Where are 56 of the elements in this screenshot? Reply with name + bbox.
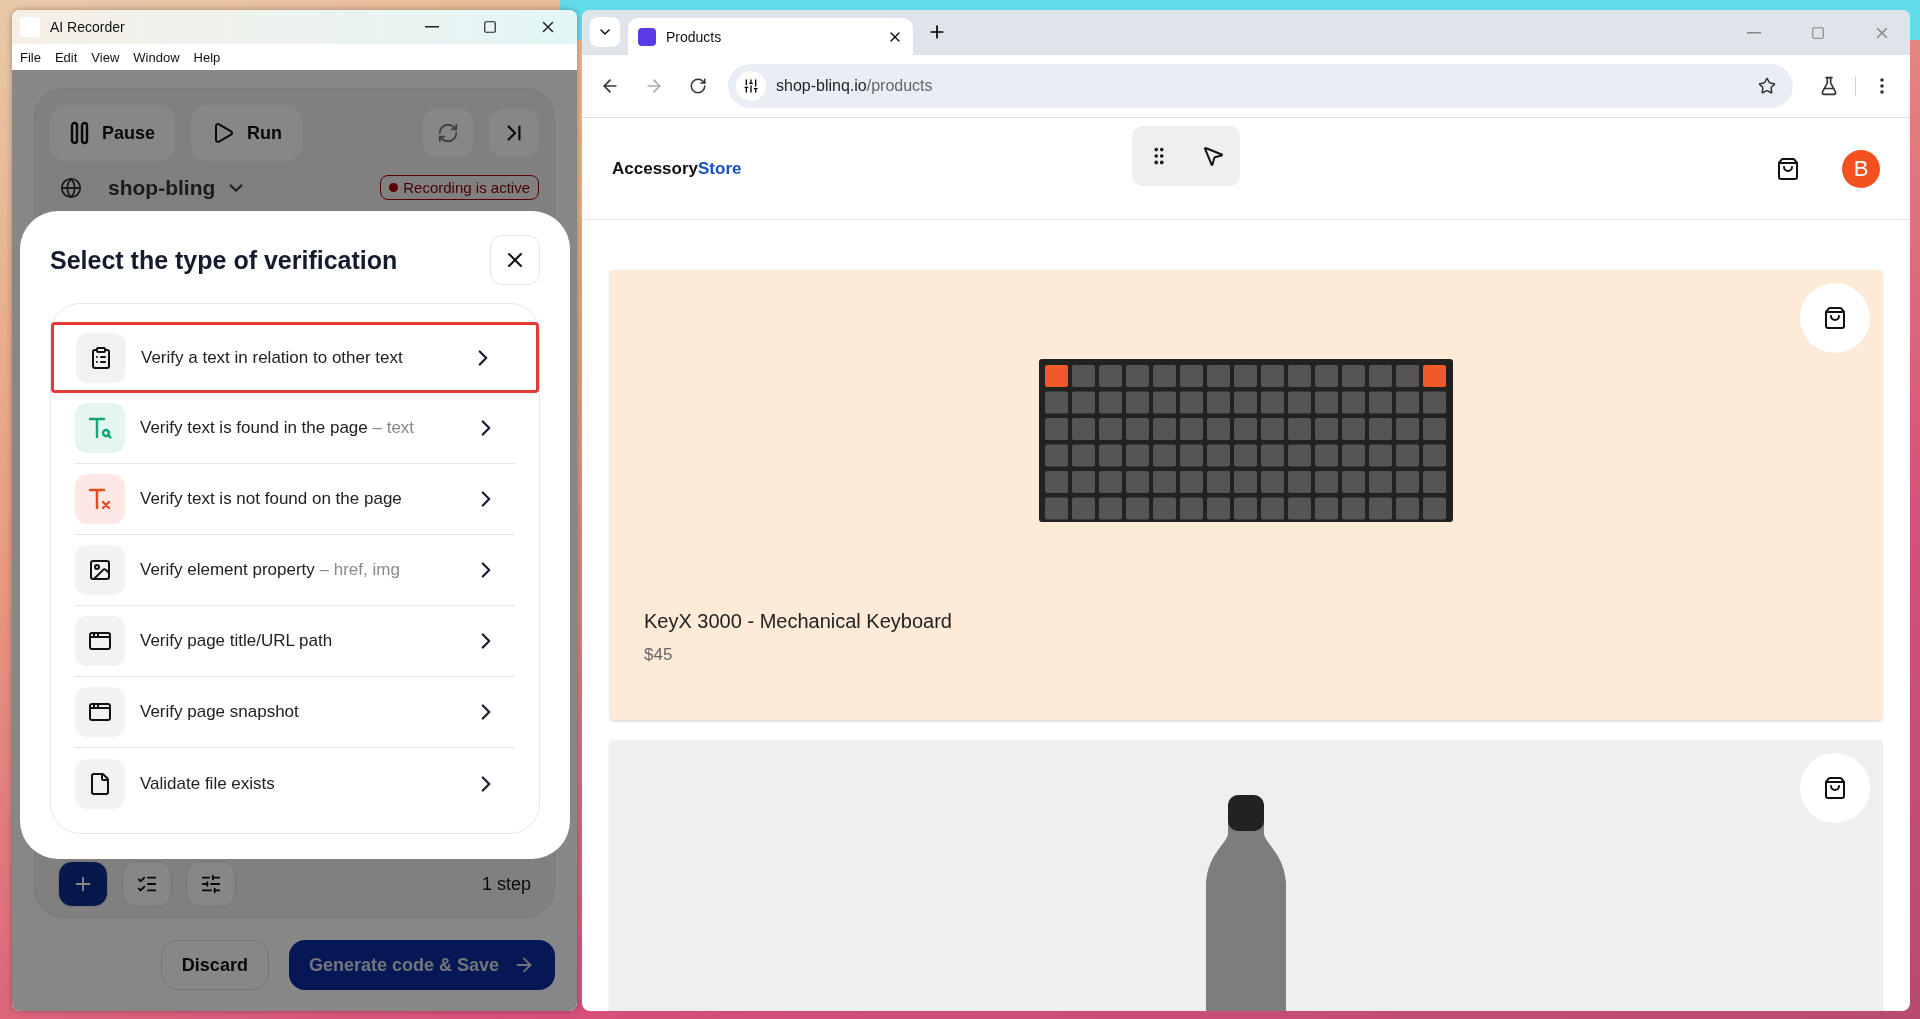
menu-item[interactable]: Edit [54, 49, 78, 65]
add-step-button[interactable] [58, 861, 108, 907]
flask-icon [1819, 76, 1839, 96]
store-logo[interactable]: AccessoryStore [612, 158, 1132, 179]
star-icon [1758, 77, 1776, 95]
recording-dot [389, 183, 399, 192]
browser-window-icon [75, 616, 125, 666]
menu-item[interactable]: Help [193, 49, 221, 65]
site-settings-icon [743, 78, 759, 94]
verification-option[interactable]: Verify a text in relation to other text [51, 322, 539, 393]
app-icon [20, 17, 40, 37]
shopping-bag-icon [1776, 156, 1800, 181]
dialog-title: Select the type of verification [50, 245, 398, 275]
menu-item[interactable]: View [91, 49, 120, 65]
text-remove-icon [75, 474, 125, 524]
close-button[interactable] [490, 235, 540, 285]
shopping-bag-icon [1823, 776, 1847, 800]
checklist-button[interactable] [122, 861, 172, 907]
shopping-bag-icon [1823, 306, 1847, 330]
maximize-icon [483, 20, 497, 34]
recording-badge: Recording is active [380, 175, 539, 200]
text-search-icon [75, 403, 125, 453]
reload-icon [689, 77, 707, 95]
favicon [638, 27, 656, 46]
tab-list-button[interactable] [590, 17, 620, 47]
pause-icon [70, 121, 90, 145]
menu-item[interactable]: File [20, 49, 41, 65]
product-card[interactable]: KeyX 3000 - Mechanical Keyboard $45 [610, 270, 1882, 720]
maximize-icon [1811, 25, 1825, 40]
discard-button[interactable]: Discard [160, 940, 269, 990]
file-icon [75, 758, 125, 809]
browser-tab[interactable]: Products [628, 18, 913, 55]
skip-to-end-button[interactable] [489, 109, 539, 157]
site-select[interactable]: shop-bling [98, 175, 258, 200]
url-text: shop-blinq.io/products [776, 77, 934, 95]
refresh-button[interactable] [423, 109, 473, 157]
refresh-icon [437, 122, 459, 144]
step-count: 1 step [481, 873, 531, 895]
clipboard-checklist-icon [76, 332, 126, 383]
more-menu-icon [1880, 78, 1884, 94]
pause-button[interactable]: Pause [50, 105, 176, 161]
site-info-button[interactable] [736, 71, 766, 101]
run-button[interactable]: Run [191, 105, 303, 161]
minimize-icon [1747, 31, 1761, 34]
minimize-icon [425, 26, 439, 28]
generate-save-button[interactable]: Generate code & Save [288, 940, 555, 990]
sliders-icon [200, 873, 222, 895]
sliders-button[interactable] [186, 861, 236, 907]
product-name: KeyX 3000 - Mechanical Keyboard [644, 610, 953, 633]
address-bar[interactable]: shop-blinq.io/products [728, 64, 1793, 108]
product-price: $45 [644, 645, 674, 665]
menu-item[interactable]: Window [133, 49, 180, 65]
window-title: AI Recorder [50, 19, 126, 35]
image-icon [75, 545, 125, 595]
globe-icon [60, 176, 82, 199]
browser-window-icon [75, 687, 125, 737]
